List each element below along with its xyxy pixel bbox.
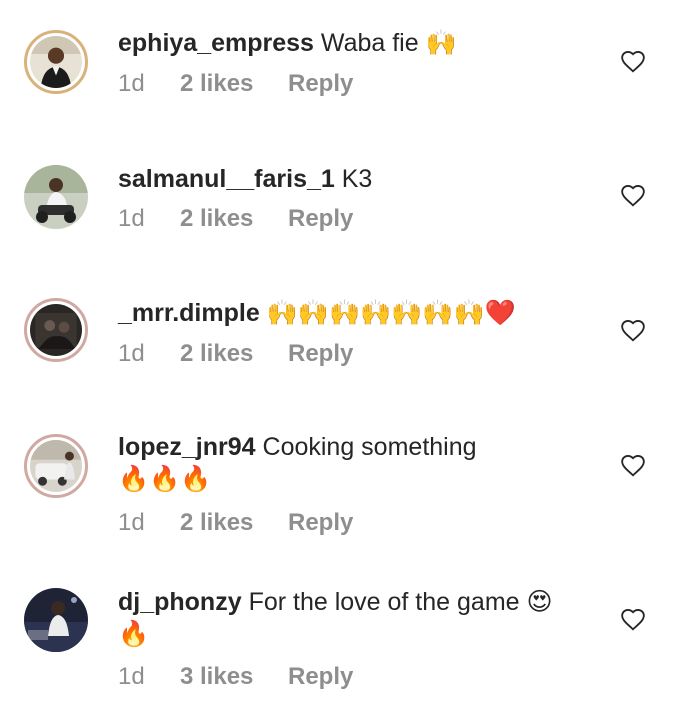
comment-likes[interactable]: 2 likes [180,70,288,98]
heart-outline-icon[interactable] [620,318,646,342]
comment-username[interactable]: ephiya_empress [118,29,314,57]
comment-username[interactable]: dj_phonzy [118,588,242,616]
comment-text-block: _mrr.dimple 🙌🙌🙌🙌🙌🙌🙌❤️ [118,297,588,329]
comment-emoji: 🔥 [118,619,150,648]
comment-likes[interactable]: 3 likes [180,663,288,691]
comment-time: 1d [118,663,145,690]
reply-button[interactable]: Reply [288,340,353,368]
avatar-photo [30,440,82,492]
comment-emoji: 🙌🙌🙌🙌🙌🙌🙌❤️ [266,298,516,327]
comment-text-block: ephiya_empress Waba fie 🙌 [118,27,588,59]
comment-username[interactable]: _mrr.dimple [118,299,260,327]
avatar[interactable] [24,165,88,229]
avatar[interactable] [24,30,88,94]
comment-text-block: dj_phonzy For the love of the game 😍 🔥 [118,586,588,650]
reply-button[interactable]: Reply [288,205,353,233]
comment-likes[interactable]: 2 likes [180,340,288,368]
comment-text-block: lopez_jnr94 Cooking something 🔥🔥🔥 [118,431,588,495]
comment-likes[interactable]: 2 likes [180,205,288,233]
comment-likes[interactable]: 2 likes [180,509,288,537]
comment-time: 1d [118,205,145,232]
avatar[interactable] [24,588,88,652]
heart-outline-icon[interactable] [620,49,646,73]
comment-text-block: salmanul__faris_1 K3 [118,163,588,195]
comment-meta: 1d 3 likes Reply [118,663,353,691]
reply-button[interactable]: Reply [288,509,353,537]
avatar-photo [24,165,88,229]
avatar-photo [30,36,82,88]
avatar[interactable] [24,298,88,362]
avatar-photo [24,588,88,652]
avatar-photo [30,304,82,356]
comment-time: 1d [118,509,145,536]
comment-time: 1d [118,70,145,97]
avatar[interactable] [24,434,88,498]
comment-text: For the love of the game [248,588,520,616]
comment-username[interactable]: lopez_jnr94 [118,433,256,461]
heart-outline-icon[interactable] [620,183,646,207]
reply-button[interactable]: Reply [288,70,353,98]
reply-button[interactable]: Reply [288,663,353,691]
comment-meta: 1d 2 likes Reply [118,509,353,537]
comment-text: K3 [341,165,373,193]
heart-outline-icon[interactable] [620,453,646,477]
comment-emoji: 😍 [526,587,553,616]
comment-emoji: 🙌 [425,28,457,57]
comment-meta: 1d 2 likes Reply [118,70,353,98]
comment-text: Waba fie [320,29,419,57]
comment-username[interactable]: salmanul__faris_1 [118,165,335,193]
comment-time: 1d [118,340,145,367]
heart-outline-icon[interactable] [620,607,646,631]
comment-meta: 1d 2 likes Reply [118,205,353,233]
comment-text: Cooking something [262,433,477,461]
comment-meta: 1d 2 likes Reply [118,340,353,368]
comment-emoji: 🔥🔥🔥 [118,464,212,493]
